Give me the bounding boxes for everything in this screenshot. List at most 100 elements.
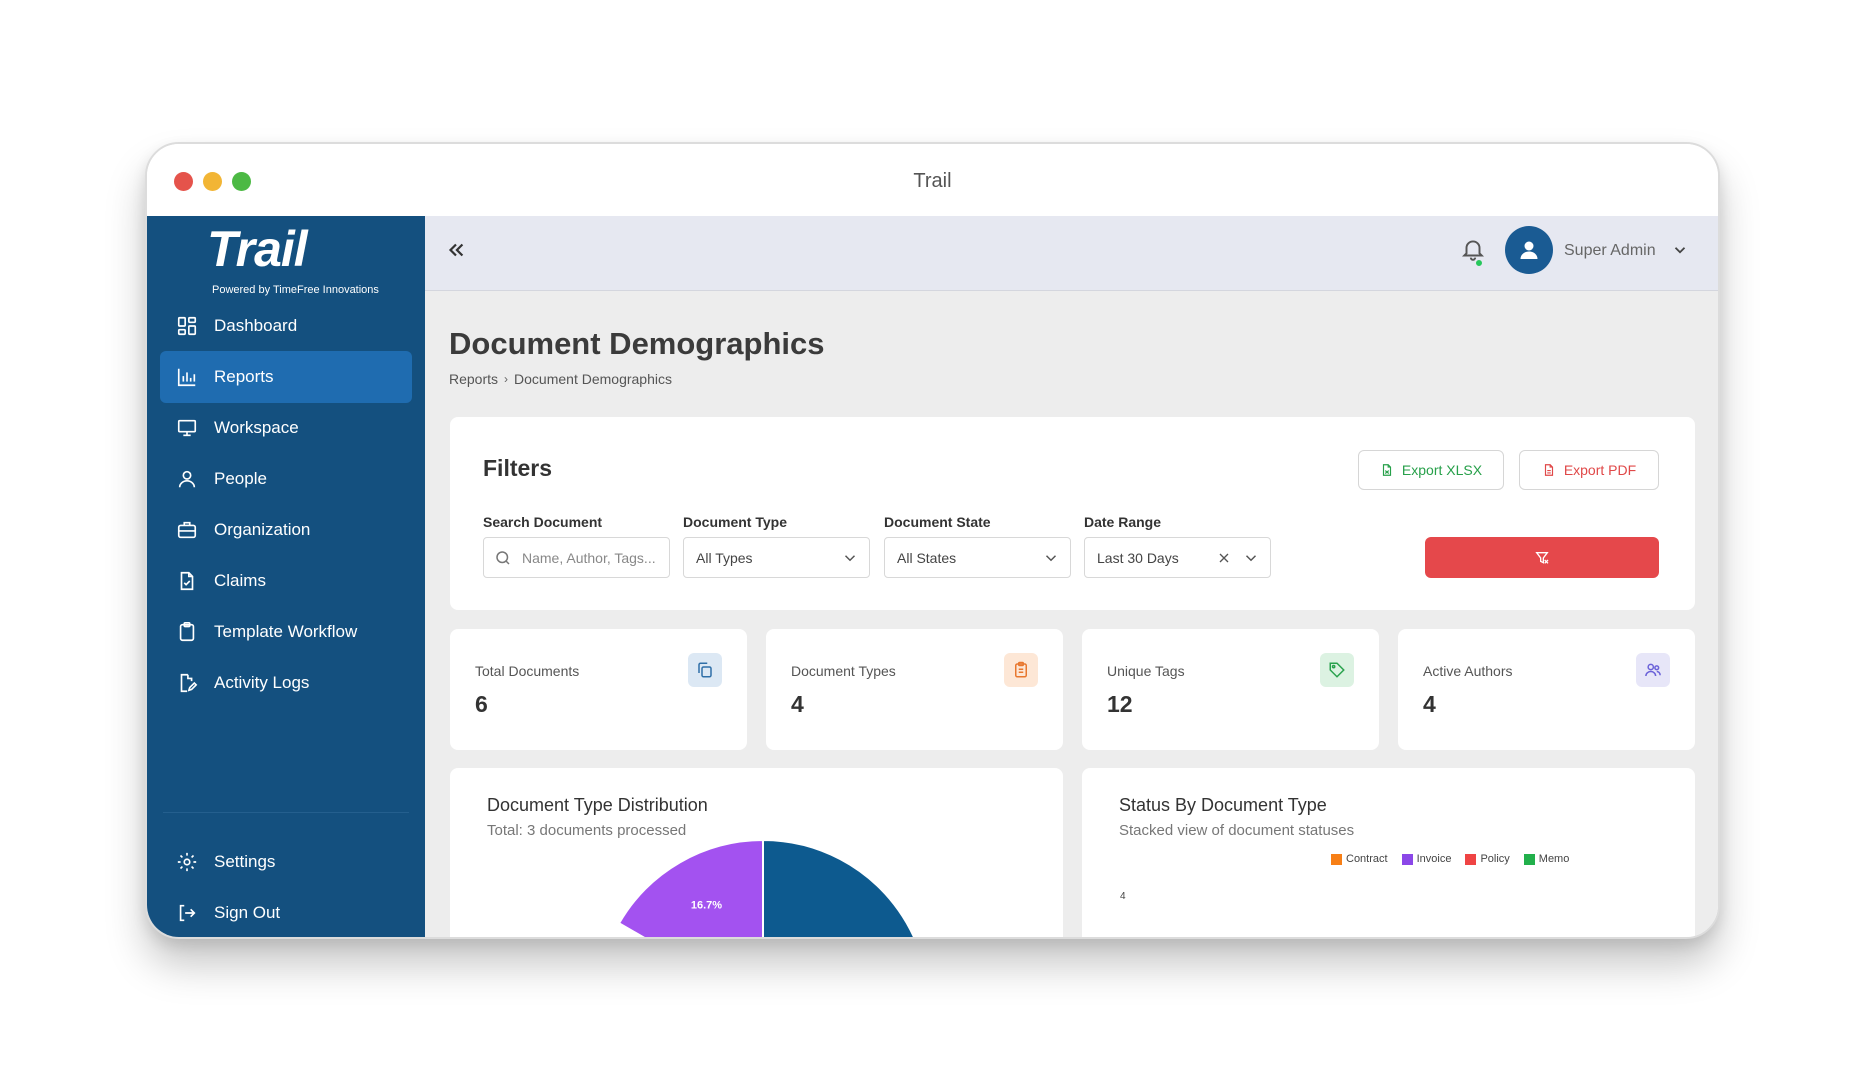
legend-label: Memo bbox=[1538, 853, 1570, 865]
title-bar: Trail bbox=[147, 144, 1718, 216]
stat-value: 4 bbox=[791, 691, 804, 717]
chart-legend: Contract Invoice Policy Memo bbox=[1331, 853, 1569, 865]
stat-card-active-authors: Active Authors 4 bbox=[1398, 629, 1695, 750]
clear-filters-button[interactable] bbox=[1425, 537, 1659, 578]
stat-card-total-documents: Total Documents 6 bbox=[450, 629, 747, 750]
user-name[interactable]: Super Admin bbox=[1564, 242, 1656, 260]
sidebar-item-reports[interactable]: Reports bbox=[160, 351, 412, 403]
sidebar-item-label: Dashboard bbox=[214, 316, 298, 335]
pie-slice[interactable] bbox=[617, 838, 764, 939]
breadcrumb-link-reports[interactable]: Reports bbox=[449, 371, 498, 387]
document-type-value: All Types bbox=[696, 549, 753, 566]
avatar[interactable] bbox=[1505, 226, 1553, 274]
sidebar-item-label: Reports bbox=[214, 367, 274, 386]
export-xlsx-label: Export XLSX bbox=[1401, 462, 1483, 478]
date-range-select[interactable]: Last 30 Days bbox=[1084, 537, 1271, 578]
pie-chart: 16.7% bbox=[617, 838, 929, 939]
briefcase-icon bbox=[174, 517, 200, 543]
file-edit-icon bbox=[174, 670, 200, 696]
top-bar: Super Admin bbox=[425, 216, 1718, 291]
sidebar-item-label: Template Workflow bbox=[214, 622, 358, 641]
user-icon bbox=[174, 466, 200, 492]
breadcrumb: Reports › Document Demographics bbox=[449, 371, 672, 387]
breadcrumb-current: Document Demographics bbox=[514, 371, 672, 387]
scrollbar[interactable] bbox=[1719, 216, 1720, 506]
document-type-select[interactable]: All Types bbox=[683, 537, 870, 578]
stat-label: Total Documents bbox=[475, 663, 580, 679]
clipboard-list-icon bbox=[1004, 653, 1038, 687]
sidebar-item-label: Settings bbox=[214, 852, 276, 871]
clipboard-icon bbox=[174, 619, 200, 645]
date-range-label: Date Range bbox=[1084, 514, 1162, 530]
sidebar-item-label: Claims bbox=[214, 571, 266, 590]
sidebar: Trail Powered by TimeFree Innovations Da… bbox=[147, 216, 425, 937]
tag-icon bbox=[1320, 653, 1354, 687]
sidebar-item-label: Workspace bbox=[214, 418, 299, 437]
filter-x-icon bbox=[1535, 551, 1549, 564]
legend-item-invoice[interactable]: Invoice bbox=[1401, 853, 1452, 865]
file-check-icon bbox=[174, 568, 200, 594]
stat-value: 12 bbox=[1107, 691, 1133, 717]
legend-label: Contract bbox=[1346, 853, 1388, 865]
stat-label: Active Authors bbox=[1423, 663, 1513, 679]
notifications-button[interactable] bbox=[1460, 236, 1490, 268]
copy-icon bbox=[688, 653, 722, 687]
monitor-icon bbox=[174, 415, 200, 441]
pie-slice[interactable] bbox=[762, 838, 929, 939]
sidebar-item-settings[interactable]: Settings bbox=[160, 836, 412, 888]
users-icon bbox=[1636, 653, 1670, 687]
stat-value: 6 bbox=[475, 691, 488, 717]
sidebar-item-sign-out[interactable]: Sign Out bbox=[160, 887, 412, 937]
legend-item-memo[interactable]: Memo bbox=[1523, 853, 1570, 865]
sidebar-item-organization[interactable]: Organization bbox=[160, 504, 412, 556]
stat-value: 4 bbox=[1423, 691, 1436, 717]
search-document-label: Search Document bbox=[483, 514, 603, 530]
search-document-field[interactable] bbox=[483, 537, 670, 578]
search-input[interactable] bbox=[522, 549, 662, 566]
legend-swatch bbox=[1331, 853, 1342, 865]
brand-logo[interactable]: Trail bbox=[207, 220, 308, 278]
main-content: Super Admin Document Demographics Report… bbox=[425, 216, 1718, 939]
sidebar-item-claims[interactable]: Claims bbox=[160, 555, 412, 607]
bar-chart-icon bbox=[174, 364, 200, 390]
sidebar-item-label: Sign Out bbox=[214, 903, 281, 922]
stat-card-unique-tags: Unique Tags 12 bbox=[1082, 629, 1379, 750]
sidebar-item-activity-logs[interactable]: Activity Logs bbox=[160, 657, 412, 709]
file-pdf-icon bbox=[1544, 464, 1553, 476]
legend-label: Invoice bbox=[1416, 853, 1452, 865]
document-state-value: All States bbox=[897, 549, 957, 566]
user-menu-toggle[interactable] bbox=[1671, 241, 1689, 264]
legend-swatch bbox=[1401, 853, 1413, 865]
stat-card-document-types: Document Types 4 bbox=[766, 629, 1063, 750]
sidebar-item-people[interactable]: People bbox=[160, 453, 412, 505]
dashboard-icon bbox=[174, 313, 200, 339]
window-title: Trail bbox=[913, 170, 952, 192]
collapse-sidebar-button[interactable] bbox=[445, 236, 467, 268]
legend-item-contract[interactable]: Contract bbox=[1331, 853, 1388, 865]
chevron-down-icon bbox=[1242, 549, 1260, 567]
app-window: Trail Trail Powered by TimeFree Innovati… bbox=[145, 142, 1720, 939]
clear-icon[interactable] bbox=[1216, 550, 1232, 566]
sidebar-item-template-workflow[interactable]: Template Workflow bbox=[160, 606, 412, 658]
chevron-down-icon bbox=[1042, 549, 1060, 567]
chart-subtitle: Stacked view of document statuses bbox=[1119, 822, 1355, 839]
stat-label: Document Types bbox=[791, 663, 896, 679]
gear-icon bbox=[174, 849, 200, 875]
export-pdf-button[interactable]: Export PDF bbox=[1519, 450, 1659, 490]
chart-title: Status By Document Type bbox=[1119, 795, 1327, 815]
pie-slice-label: 16.7% bbox=[691, 899, 722, 911]
sidebar-item-label: Activity Logs bbox=[214, 673, 310, 692]
document-type-label: Document Type bbox=[683, 514, 787, 530]
chevron-down-icon bbox=[1674, 247, 1686, 254]
legend-item-policy[interactable]: Policy bbox=[1465, 853, 1510, 865]
sidebar-item-workspace[interactable]: Workspace bbox=[160, 402, 412, 454]
export-xlsx-button[interactable]: Export XLSX bbox=[1358, 450, 1504, 490]
document-state-select[interactable]: All States bbox=[884, 537, 1071, 578]
date-range-value: Last 30 Days bbox=[1097, 549, 1179, 566]
sidebar-item-dashboard[interactable]: Dashboard bbox=[160, 300, 412, 352]
filters-title: Filters bbox=[483, 455, 553, 481]
document-state-label: Document State bbox=[884, 514, 991, 530]
sign-out-icon bbox=[174, 900, 200, 926]
brand-subtitle: Powered by TimeFree Innovations bbox=[212, 284, 379, 296]
document-type-distribution-card: Document Type Distribution Total: 3 docu… bbox=[450, 768, 1063, 939]
